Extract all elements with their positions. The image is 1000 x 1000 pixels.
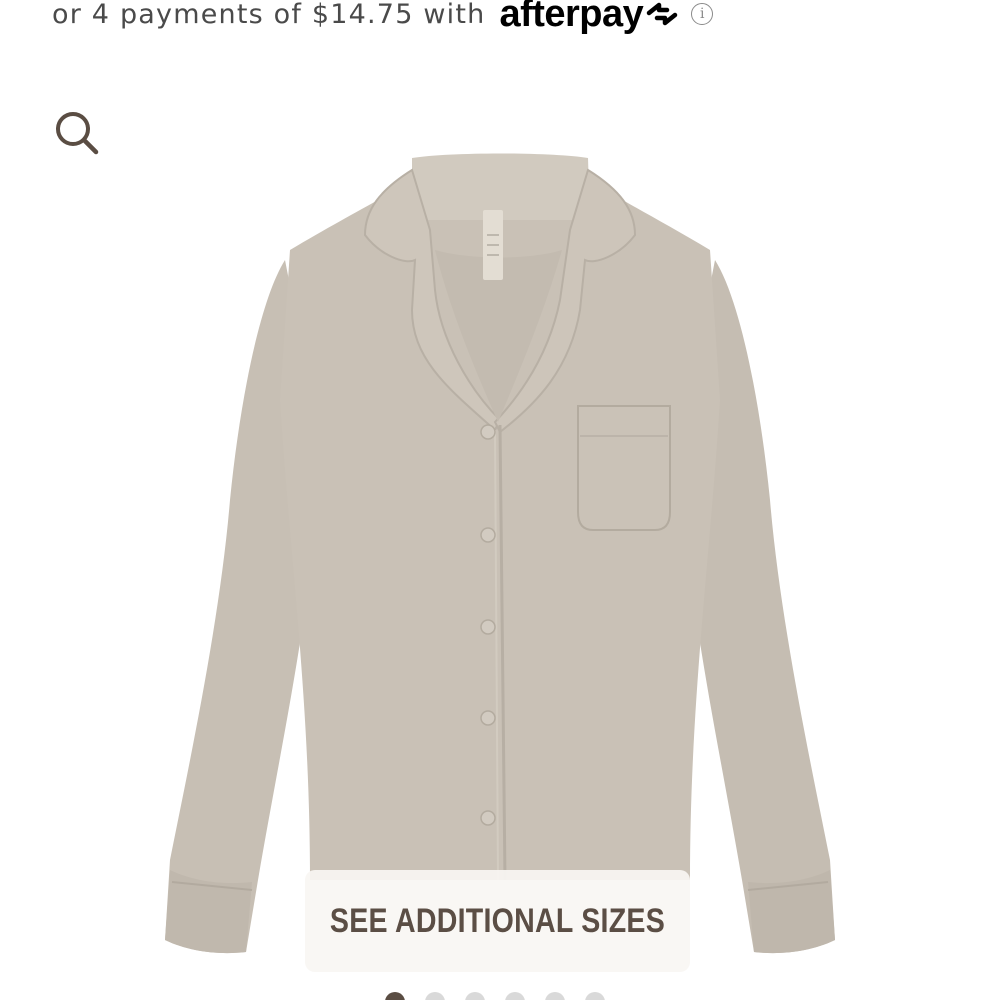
afterpay-arrows-icon [647, 2, 678, 26]
afterpay-installment-text: or 4 payments of $14.75 with [52, 0, 486, 30]
carousel-dot[interactable] [425, 992, 445, 1000]
zoom-button[interactable] [52, 108, 102, 158]
see-additional-sizes-button[interactable]: SEE ADDITIONAL SIZES [305, 870, 690, 972]
carousel-dot[interactable] [545, 992, 565, 1000]
carousel-dot[interactable] [585, 992, 605, 1000]
carousel-dot[interactable] [505, 992, 525, 1000]
carousel-dot[interactable] [385, 992, 405, 1000]
product-image[interactable] [150, 140, 850, 970]
afterpay-logo-text: afterpay [499, 0, 644, 35]
product-page: or 4 payments of $14.75 with afterpay i [0, 0, 1000, 1000]
info-icon-glyph: i [700, 6, 705, 22]
carousel-dots [385, 992, 605, 1000]
info-icon[interactable]: i [691, 3, 714, 25]
afterpay-row: or 4 payments of $14.75 with afterpay i [52, 0, 714, 36]
afterpay-logo: afterpay [499, 0, 679, 36]
carousel-dot[interactable] [465, 992, 485, 1000]
see-additional-sizes-label: SEE ADDITIONAL SIZES [329, 901, 666, 940]
search-icon [56, 112, 99, 155]
